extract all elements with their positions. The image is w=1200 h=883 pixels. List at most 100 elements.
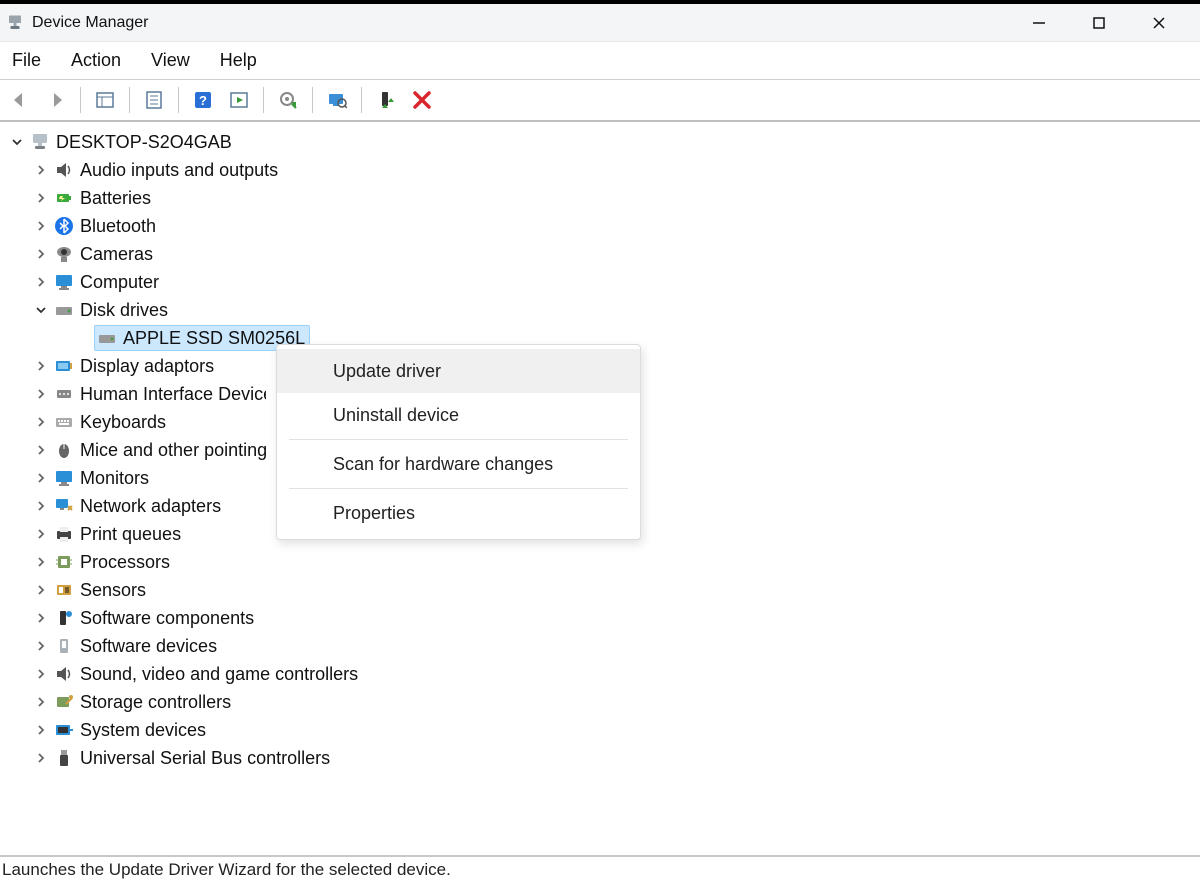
tree-node-processors[interactable]: Processors (2, 548, 1198, 576)
menu-help[interactable]: Help (218, 46, 259, 75)
chevron-right-icon[interactable] (32, 273, 50, 291)
tree-node-sound[interactable]: Sound, video and game controllers (2, 660, 1198, 688)
window-title: Device Manager (32, 14, 149, 32)
close-button[interactable] (1144, 8, 1174, 38)
context-item-label: Properties (333, 503, 415, 524)
chevron-right-icon[interactable] (32, 413, 50, 431)
disk-icon (97, 328, 117, 348)
tree-node-audio[interactable]: Audio inputs and outputs (2, 156, 1198, 184)
tree-node-bluetooth[interactable]: Bluetooth (2, 212, 1198, 240)
tree-node-label: Human Interface Devices (80, 380, 266, 408)
chevron-right-icon[interactable] (32, 637, 50, 655)
tree-node-label: Audio inputs and outputs (80, 156, 278, 184)
chevron-right-icon[interactable] (32, 553, 50, 571)
chevron-down-icon[interactable] (8, 133, 26, 151)
processor-icon (54, 552, 74, 572)
scan-hardware-button[interactable] (323, 86, 351, 114)
chevron-right-icon[interactable] (32, 665, 50, 683)
context-properties[interactable]: Properties (277, 491, 640, 535)
properties-button[interactable] (140, 86, 168, 114)
chevron-right-icon[interactable] (32, 497, 50, 515)
software-device-icon (54, 636, 74, 656)
chevron-down-icon[interactable] (32, 301, 50, 319)
bluetooth-icon (54, 216, 74, 236)
status-text: Launches the Update Driver Wizard for th… (2, 860, 451, 880)
tree-node-softcomp[interactable]: Software components (2, 604, 1198, 632)
camera-icon (54, 244, 74, 264)
monitor-icon (54, 272, 74, 292)
network-icon (54, 496, 74, 516)
chevron-right-icon[interactable] (32, 581, 50, 599)
title-bar: Device Manager (0, 4, 1200, 42)
forward-button[interactable] (42, 86, 70, 114)
tree-node-label: Batteries (80, 184, 151, 212)
chevron-right-icon[interactable] (32, 161, 50, 179)
display-adapter-icon (54, 356, 74, 376)
tree-node-label: Mice and other pointing devices (80, 436, 266, 464)
tree-node-label: Cameras (80, 240, 153, 268)
menu-bar: File Action View Help (0, 42, 1200, 80)
tree-root[interactable]: DESKTOP-S2O4GAB (2, 128, 1198, 156)
context-update-driver[interactable]: Update driver (277, 349, 640, 393)
chevron-right-icon[interactable] (32, 693, 50, 711)
disk-icon (54, 300, 74, 320)
chevron-right-icon[interactable] (32, 609, 50, 627)
chevron-right-icon[interactable] (32, 441, 50, 459)
speaker-icon (54, 664, 74, 684)
context-item-label: Uninstall device (333, 405, 459, 426)
show-all-devices-button[interactable] (91, 86, 119, 114)
tree-node-usb[interactable]: Universal Serial Bus controllers (2, 744, 1198, 772)
tree-node-computer[interactable]: Computer (2, 268, 1198, 296)
chevron-right-icon[interactable] (32, 217, 50, 235)
context-item-label: Update driver (333, 361, 441, 382)
maximize-button[interactable] (1084, 8, 1114, 38)
context-uninstall-device[interactable]: Uninstall device (277, 393, 640, 437)
chevron-right-icon[interactable] (32, 525, 50, 543)
tree-node-label: Display adaptors (80, 352, 214, 380)
keyboard-icon (54, 412, 74, 432)
usb-icon (54, 748, 74, 768)
disable-device-button[interactable] (408, 86, 436, 114)
tree-node-label: Processors (80, 548, 170, 576)
tree-node-label: Sensors (80, 576, 146, 604)
chevron-right-icon[interactable] (32, 749, 50, 767)
printer-icon (54, 524, 74, 544)
tree-node-label: Computer (80, 268, 159, 296)
tree-node-label: Monitors (80, 464, 149, 492)
action-button[interactable] (225, 86, 253, 114)
computer-root-icon (30, 132, 50, 152)
tree-node-storage[interactable]: Storage controllers (2, 688, 1198, 716)
tree-node-system[interactable]: System devices (2, 716, 1198, 744)
tree-node-batteries[interactable]: Batteries (2, 184, 1198, 212)
storage-controller-icon (54, 692, 74, 712)
chevron-right-icon[interactable] (32, 469, 50, 487)
minimize-button[interactable] (1024, 8, 1054, 38)
tree-node-sensors[interactable]: Sensors (2, 576, 1198, 604)
window-controls (1024, 8, 1194, 38)
tree-root-label: DESKTOP-S2O4GAB (56, 128, 232, 156)
tree-node-diskdrives[interactable]: Disk drives (2, 296, 1198, 324)
system-device-icon (54, 720, 74, 740)
sensor-icon (54, 580, 74, 600)
software-component-icon (54, 608, 74, 628)
menu-view[interactable]: View (149, 46, 192, 75)
tree-node-softdev[interactable]: Software devices (2, 632, 1198, 660)
chevron-right-icon[interactable] (32, 357, 50, 375)
tree-node-label: Network adapters (80, 492, 221, 520)
chevron-right-icon[interactable] (32, 385, 50, 403)
help-button[interactable]: ? (189, 86, 217, 114)
tree-node-cameras[interactable]: Cameras (2, 240, 1198, 268)
mouse-icon (54, 440, 74, 460)
update-driver-button[interactable] (274, 86, 302, 114)
context-scan-hardware[interactable]: Scan for hardware changes (277, 442, 640, 486)
monitor-icon (54, 468, 74, 488)
enable-device-button[interactable] (372, 86, 400, 114)
back-button[interactable] (6, 86, 34, 114)
chevron-right-icon[interactable] (32, 245, 50, 263)
chevron-right-icon[interactable] (32, 721, 50, 739)
chevron-right-icon[interactable] (32, 189, 50, 207)
context-item-label: Scan for hardware changes (333, 454, 553, 475)
menu-action[interactable]: Action (69, 46, 123, 75)
menu-file[interactable]: File (10, 46, 43, 75)
toolbar: ? (0, 80, 1200, 122)
